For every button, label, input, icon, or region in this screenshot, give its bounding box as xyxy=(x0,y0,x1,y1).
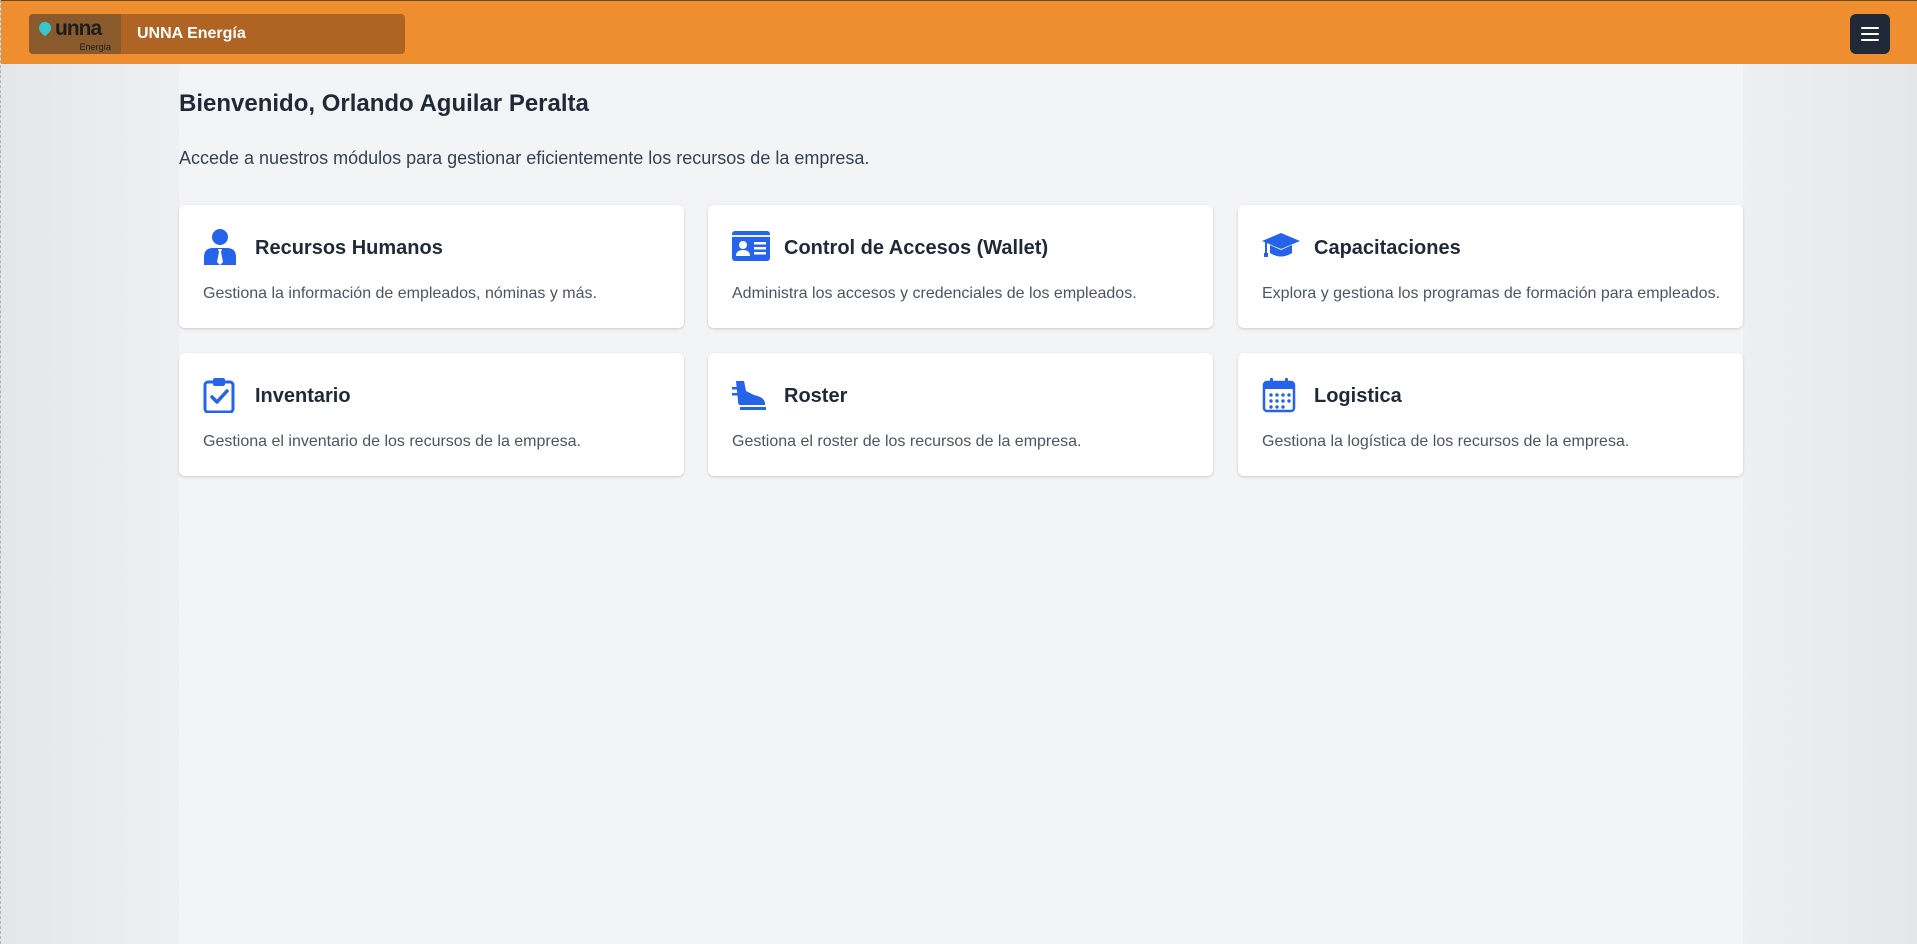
top-navbar: unna Energía UNNA Energía xyxy=(1,0,1917,64)
graduation-cap-icon xyxy=(1262,233,1300,257)
brand-name: UNNA Energía xyxy=(137,25,246,42)
module-description: Gestiona la información de empleados, nó… xyxy=(203,285,597,302)
module-title: Inventario xyxy=(255,385,351,407)
clipboard-check-icon xyxy=(203,378,235,413)
module-card-roster[interactable]: Roster Gestiona el roster de los recurso… xyxy=(708,353,1213,476)
module-description: Gestiona el inventario de los recursos d… xyxy=(203,433,581,450)
module-card-inventario[interactable]: Inventario Gestiona el inventario de los… xyxy=(179,353,684,476)
calendar-icon xyxy=(1262,378,1296,413)
module-card-recursos-humanos[interactable]: Recursos Humanos Gestiona la información… xyxy=(179,205,684,328)
id-card-icon xyxy=(732,231,770,261)
brand-link[interactable]: unna Energía UNNA Energía xyxy=(29,14,405,54)
logo-subtext: Energía xyxy=(79,42,111,52)
welcome-heading: Bienvenido, Orlando Aguilar Peralta xyxy=(179,90,589,117)
module-title: Capacitaciones xyxy=(1314,237,1461,259)
user-tie-icon xyxy=(204,229,236,265)
module-title: Logistica xyxy=(1314,385,1402,407)
module-description: Administra los accesos y credenciales de… xyxy=(732,285,1137,302)
module-title: Recursos Humanos xyxy=(255,237,443,259)
logo-text: unna xyxy=(55,17,102,40)
module-description: Explora y gestiona los programas de form… xyxy=(1262,285,1721,302)
module-card-capacitaciones[interactable]: Capacitaciones Explora y gestiona los pr… xyxy=(1238,205,1743,328)
hamburger-icon xyxy=(1861,27,1879,29)
welcome-subtitle: Accede a nuestros módulos para gestionar… xyxy=(179,148,870,168)
module-title: Control de Accesos (Wallet) xyxy=(784,237,1049,259)
module-title: Roster xyxy=(784,385,848,407)
module-card-logistica[interactable]: Logistica Gestiona la logística de los r… xyxy=(1238,353,1743,476)
module-description: Gestiona la logística de los recursos de… xyxy=(1262,433,1630,450)
module-description: Gestiona el roster de los recursos de la… xyxy=(732,433,1082,450)
shoe-icon xyxy=(732,381,766,410)
main-content xyxy=(179,64,1743,944)
module-card-control-de-accesos[interactable]: Control de Accesos (Wallet) Administra l… xyxy=(708,205,1213,328)
logo-drop-icon xyxy=(36,19,54,37)
company-logo: unna Energía xyxy=(29,14,121,54)
menu-toggle-button[interactable] xyxy=(1850,14,1890,54)
